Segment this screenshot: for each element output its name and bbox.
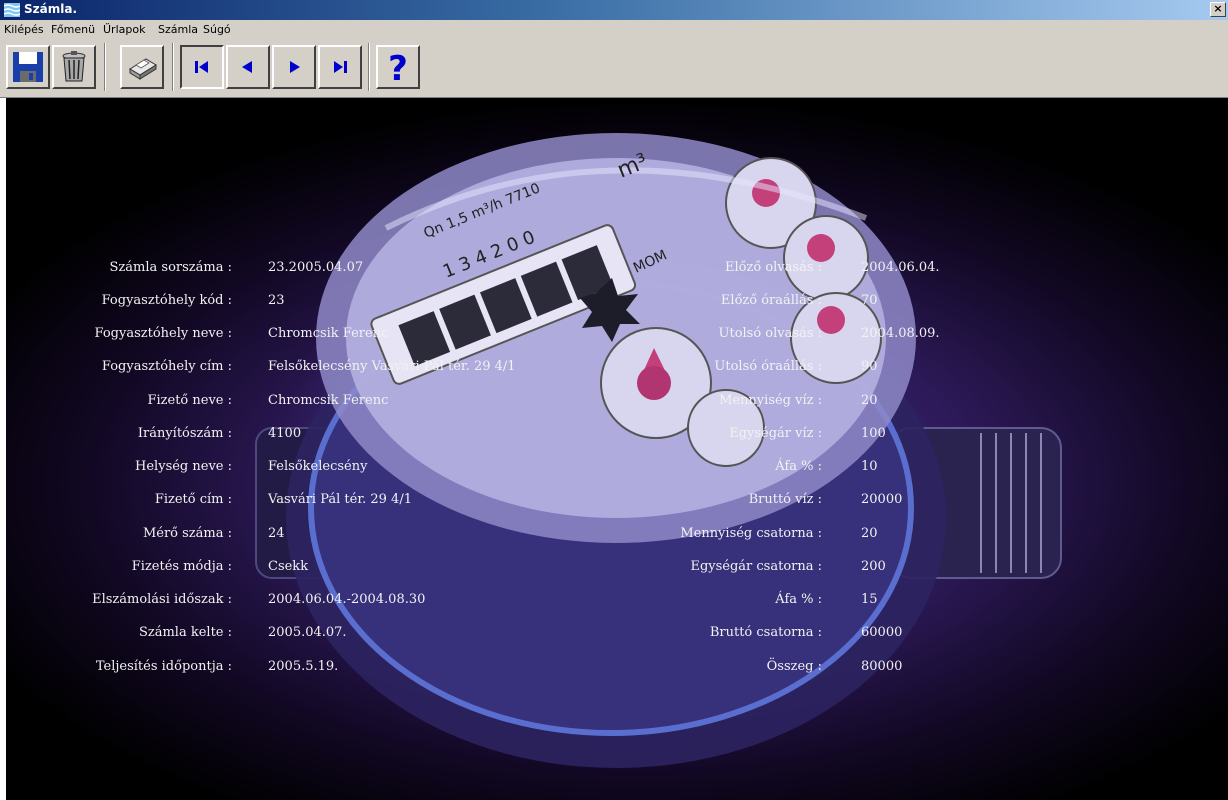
label-mennyiseg-viz: Mennyiség víz : (719, 393, 822, 408)
toolbar-separator (104, 43, 106, 91)
value-fizeto-cim: Vasvári Pál tér. 29 4/1 (268, 492, 412, 507)
value-brutto-viz: 20000 (861, 492, 903, 507)
value-iranyitoszam: 4100 (268, 426, 302, 441)
menu-item-szamla[interactable]: Számla (158, 23, 198, 36)
value-utolso-olvasas: 2004.08.09. (861, 326, 940, 341)
value-utolso-oraallas: 90 (861, 359, 878, 374)
value-mennyiseg-viz: 20 (861, 393, 878, 408)
menu-item-kilepes[interactable]: Kilépés (4, 23, 44, 36)
toolbar: ? (0, 39, 1228, 98)
label-teljesites-idopontja: Teljesítés időpontja : (95, 659, 232, 674)
value-egysegar-csatorna: 200 (861, 559, 886, 574)
value-egysegar-viz: 100 (861, 426, 886, 441)
value-osszeg: 80000 (861, 659, 903, 674)
label-brutto-viz: Bruttó víz : (748, 492, 822, 507)
label-fizetes-modja: Fizetés módja : (131, 559, 232, 574)
skip-last-icon (334, 61, 347, 73)
trash-can-icon (62, 51, 86, 82)
app-waves-icon (4, 3, 20, 17)
printer-icon (129, 58, 157, 80)
label-helyseg-neve: Helység neve : (135, 459, 232, 474)
print-button[interactable] (120, 45, 164, 89)
value-afa-csatorna: 15 (861, 592, 878, 607)
title-bar: Számla. × (0, 0, 1228, 20)
label-elszamolasi-idoszak: Elszámolási időszak : (92, 592, 232, 607)
question-mark-icon: ? (388, 49, 408, 87)
close-button[interactable]: × (1210, 2, 1226, 17)
menu-item-fomenu[interactable]: Főmenü (51, 23, 95, 36)
skip-first-icon (195, 61, 208, 73)
value-elszamolasi-idoszak: 2004.06.04.-2004.08.30 (268, 592, 426, 607)
arrow-right-icon (290, 61, 300, 73)
label-szamla-kelte: Számla kelte : (138, 625, 232, 640)
last-record-button[interactable] (318, 45, 362, 89)
label-fizeto-neve: Fizető neve : (147, 393, 232, 408)
svg-text:?: ? (388, 49, 408, 87)
invoice-panel: 1 3 4 2 0 0 Qn 1,5 m³/h 7710 m³ MOM Szám… (6, 98, 1228, 800)
label-elozo-olvasas: Előző olvasás : (725, 260, 822, 275)
label-osszeg: Összeg : (766, 659, 822, 674)
water-meter-background-image: 1 3 4 2 0 0 Qn 1,5 m³/h 7710 m³ MOM (255, 133, 1062, 768)
value-fizeto-neve: Chromcsik Ferenc (268, 393, 389, 408)
value-teljesites-idopontja: 2005.5.19. (268, 659, 339, 674)
label-fizeto-cim: Fizető cím : (154, 492, 232, 507)
value-helyseg-neve: Felsőkelecsény (268, 459, 368, 474)
value-mennyiseg-csatorna: 20 (861, 526, 878, 541)
menu-item-sugo[interactable]: Súgó (203, 23, 231, 36)
label-fogyasztohely-kod: Fogyasztóhely kód : (101, 293, 232, 308)
menu-item-urlapok[interactable]: Űrlapok (103, 23, 145, 36)
label-brutto-csatorna: Bruttó csatorna : (709, 625, 822, 640)
floppy-disk-icon (13, 52, 43, 82)
label-mennyiseg-csatorna: Mennyiség csatorna : (680, 526, 822, 541)
toolbar-separator (368, 43, 370, 91)
help-button[interactable]: ? (376, 45, 420, 89)
previous-record-button[interactable] (226, 45, 270, 89)
label-utolso-oraallas: Utolsó óraállás : (714, 359, 822, 374)
label-mero-szama: Mérő száma : (142, 526, 232, 541)
label-iranyitoszam: Irányítószám : (137, 426, 232, 441)
value-elozo-oraallas: 70 (861, 293, 878, 308)
label-afa-csatorna: Áfa % : (775, 592, 822, 607)
save-button[interactable] (6, 45, 50, 89)
label-fogyasztohely-cim: Fogyasztóhely cím : (101, 359, 232, 374)
toolbar-separator (172, 43, 174, 91)
label-utolso-olvasas: Utolsó olvasás : (718, 326, 822, 341)
value-brutto-csatorna: 60000 (861, 625, 903, 640)
value-elozo-olvasas: 2004.06.04. (861, 260, 940, 275)
label-elozo-oraallas: Előző óraállás : (720, 293, 822, 308)
value-mero-szama: 24 (268, 526, 285, 541)
menu-bar: Kilépés Főmenü Űrlapok Számla Súgó (0, 20, 1228, 39)
label-egysegar-csatorna: Egységár csatorna : (690, 559, 822, 574)
value-fizetes-modja: Csekk (268, 559, 309, 574)
value-szamla-kelte: 2005.04.07. (268, 625, 347, 640)
value-fogyasztohely-cim: Felsőkelecsény Vasvári Pál tér. 29 4/1 (268, 359, 516, 374)
arrow-left-icon (242, 61, 252, 73)
label-afa-viz: Áfa % : (775, 459, 822, 474)
delete-button[interactable] (52, 45, 96, 89)
value-afa-viz: 10 (861, 459, 878, 474)
label-szamla-sorszama: Számla sorszáma : (109, 260, 232, 275)
value-fogyasztohely-kod: 23 (268, 293, 285, 308)
label-fogyasztohely-neve: Fogyasztóhely neve : (94, 326, 232, 341)
first-record-button[interactable] (180, 45, 224, 89)
window-title: Számla. (24, 2, 77, 16)
next-record-button[interactable] (272, 45, 316, 89)
label-egysegar-viz: Egységár víz : (729, 426, 822, 441)
value-szamla-sorszama: 23.2005.04.07 (268, 260, 364, 275)
value-fogyasztohely-neve: Chromcsik Ferenc (268, 326, 389, 341)
